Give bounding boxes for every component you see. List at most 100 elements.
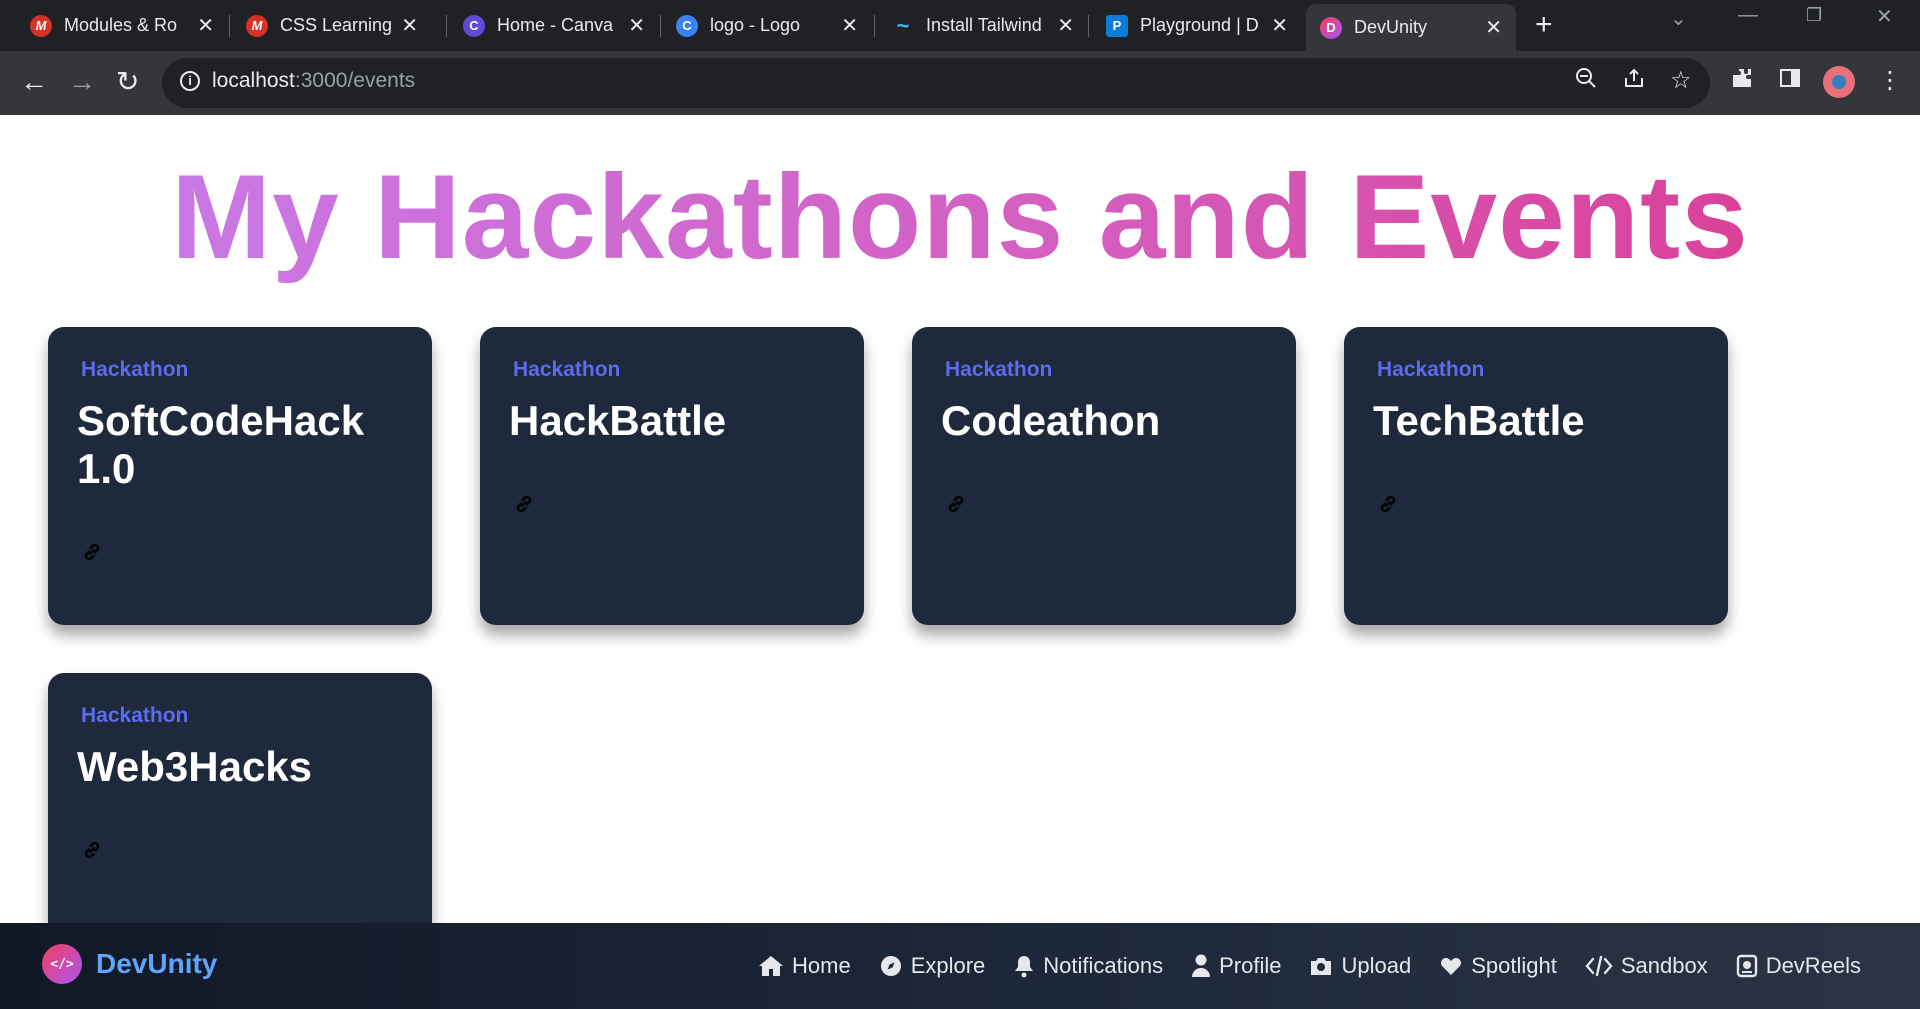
link-icon[interactable] <box>81 839 103 861</box>
camera-icon <box>1311 958 1332 975</box>
profile-avatar[interactable] <box>1823 66 1855 98</box>
browser-tab[interactable]: ~ Install Tailwind ✕ <box>878 8 1088 43</box>
nav-label: Home <box>792 953 851 978</box>
tab-title: CSS Learning P <box>280 15 393 35</box>
event-name: Web3Hacks <box>77 743 313 790</box>
nav-sandbox[interactable]: Sandbox <box>1585 953 1708 979</box>
event-tag: Hackathon <box>945 358 1053 381</box>
tab-separator <box>229 15 230 37</box>
nav-label: Explore <box>910 953 986 978</box>
home-icon <box>759 956 783 976</box>
event-card[interactable]: Hackathon Web3Hacks <box>48 673 432 923</box>
side-panel-icon[interactable] <box>1778 66 1802 97</box>
link-icon[interactable] <box>945 493 967 515</box>
brand[interactable]: </> DevUnity <box>42 944 217 984</box>
close-tab-icon[interactable]: ✕ <box>1485 15 1502 40</box>
nav-label: Notifications <box>1043 953 1164 978</box>
nav-label: Sandbox <box>1620 953 1708 978</box>
bookmark-star-icon[interactable]: ☆ <box>1670 66 1692 95</box>
restore-icon[interactable]: ❐ <box>1806 5 1822 26</box>
browser-tab[interactable]: C Home - Canva ✕ <box>449 8 659 43</box>
menu-kebab-icon[interactable]: ⋮ <box>1878 66 1902 95</box>
nav-devreels[interactable]: DevReels <box>1736 953 1861 979</box>
heart-icon <box>1441 958 1462 975</box>
nav-home[interactable]: Home <box>758 953 851 979</box>
event-card[interactable]: Hackathon SoftCodeHack 1.0 <box>48 327 432 625</box>
devunity-logo-icon: </> <box>42 944 82 984</box>
tab-search-icon[interactable]: ⌄ <box>1670 6 1687 31</box>
close-tab-icon[interactable]: ✕ <box>841 13 858 38</box>
close-tab-icon[interactable]: ✕ <box>401 13 418 38</box>
browser-tab[interactable]: P Playground | D ✕ <box>1092 8 1302 43</box>
site-info-icon[interactable]: i <box>180 71 200 91</box>
gmail-favicon-icon: M <box>246 14 268 37</box>
back-button[interactable]: ← <box>20 65 48 99</box>
close-tab-icon[interactable]: ✕ <box>197 13 214 38</box>
close-tab-icon[interactable]: ✕ <box>628 13 645 38</box>
event-card[interactable]: Hackathon HackBattle <box>480 327 864 625</box>
event-name: Codeathon <box>941 397 1161 444</box>
minimize-icon[interactable]: — <box>1738 4 1758 27</box>
browser-tab[interactable]: C logo - Logo ✕ <box>662 8 872 43</box>
tab-title: logo - Logo <box>710 15 801 35</box>
link-icon[interactable] <box>1377 493 1399 515</box>
forward-button[interactable]: → <box>68 65 96 99</box>
event-tag: Hackathon <box>513 358 621 381</box>
events-page: My Hackathons and Events Hackathon SoftC… <box>0 115 1920 923</box>
nav-upload[interactable]: Upload <box>1309 953 1411 979</box>
event-card[interactable]: Hackathon Codeathon <box>912 327 1296 625</box>
event-tag: Hackathon <box>81 704 189 727</box>
reload-button[interactable]: ↻ <box>116 65 139 99</box>
gmail-favicon-icon: M <box>30 14 52 37</box>
devunity-favicon-icon: D <box>1320 16 1342 39</box>
tab-title: Install Tailwind <box>926 15 1042 35</box>
nav-explore[interactable]: Explore <box>879 953 986 979</box>
nav-label: DevReels <box>1765 953 1862 978</box>
nav-label: Profile <box>1219 953 1282 978</box>
link-icon[interactable] <box>513 493 535 515</box>
tab-separator <box>660 15 661 37</box>
extensions-icon[interactable] <box>1730 66 1754 97</box>
tab-title: Home - Canva <box>497 15 614 35</box>
code-icon <box>1585 955 1613 977</box>
tab-title: Modules & Ro <box>64 15 178 35</box>
event-name: HackBattle <box>509 397 727 444</box>
browser-tab-active[interactable]: D DevUnity ✕ <box>1306 4 1516 51</box>
tab-separator <box>446 15 447 37</box>
nav-profile[interactable]: Profile <box>1191 953 1281 979</box>
browser-tabstrip: M Modules & Ro ✕ M CSS Learning P ✕ C Ho… <box>0 0 1920 51</box>
link-icon[interactable] <box>81 541 103 563</box>
event-tag: Hackathon <box>81 358 189 381</box>
nav-label: Upload <box>1341 953 1412 978</box>
page-title: My Hackathons and Events <box>0 147 1920 287</box>
bell-icon <box>1015 956 1034 978</box>
close-tab-icon[interactable]: ✕ <box>1057 13 1074 38</box>
user-icon <box>1192 954 1211 977</box>
tailwind-favicon-icon: ~ <box>896 12 910 38</box>
share-icon[interactable] <box>1622 66 1646 97</box>
brand-name: DevUnity <box>96 948 218 979</box>
nav-label: Spotlight <box>1471 953 1557 978</box>
browser-tab[interactable]: M CSS Learning P ✕ <box>232 8 432 43</box>
docker-favicon-icon: P <box>1106 14 1128 37</box>
nav-spotlight[interactable]: Spotlight <box>1439 953 1557 979</box>
nav-links: Home Explore Notifications Profile Uploa… <box>758 923 1889 1009</box>
nav-notifications[interactable]: Notifications <box>1013 953 1163 979</box>
tab-separator <box>1088 15 1089 37</box>
event-card[interactable]: Hackathon TechBattle <box>1344 327 1728 625</box>
tab-separator <box>874 15 875 37</box>
zoom-icon[interactable] <box>1574 66 1598 97</box>
canva-favicon-icon: C <box>676 14 698 37</box>
reels-icon <box>1736 954 1757 978</box>
browser-tab[interactable]: M Modules & Ro ✕ <box>16 8 228 43</box>
event-name: TechBattle <box>1373 397 1585 444</box>
close-window-icon[interactable]: ✕ <box>1876 4 1893 29</box>
bottom-navbar: </> DevUnity Home Explore Notifications … <box>0 923 1920 1009</box>
tab-title: Playground | D <box>1140 15 1259 35</box>
url-text[interactable]: localhost:3000/events <box>212 69 415 93</box>
compass-icon <box>880 956 901 976</box>
event-tag: Hackathon <box>1377 358 1485 381</box>
close-tab-icon[interactable]: ✕ <box>1271 13 1288 38</box>
new-tab-button[interactable]: + <box>1535 8 1553 42</box>
event-name: SoftCodeHack 1.0 <box>77 397 365 492</box>
